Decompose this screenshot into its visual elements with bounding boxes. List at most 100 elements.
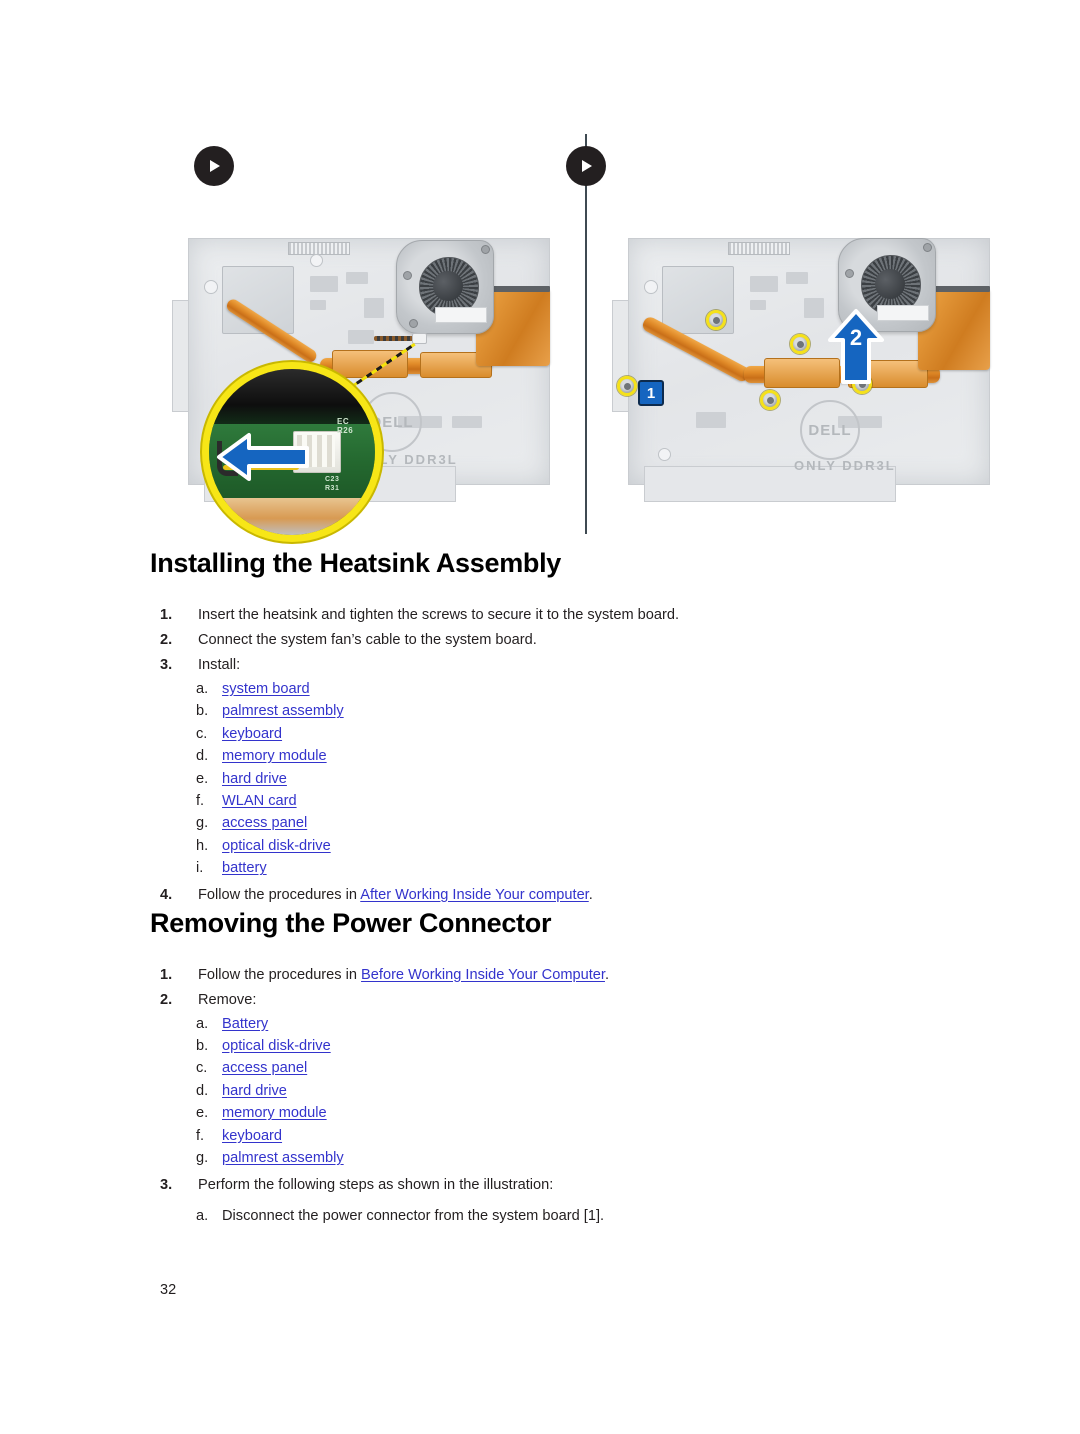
sub-item: a. Battery xyxy=(150,1013,940,1035)
board-hole xyxy=(310,254,323,267)
sub-marker: c. xyxy=(196,1060,208,1077)
sub-text: Disconnect the power connector from the … xyxy=(222,1207,605,1224)
step-text: Perform the following steps as shown in … xyxy=(198,1176,554,1193)
sub-item: h. optical disk-drive xyxy=(150,835,940,857)
sub-item: g. access panel xyxy=(150,812,940,834)
step-item: 2. Connect the system fan’s cable to the… xyxy=(150,628,940,653)
sub-item: b. palmrest assembly xyxy=(150,700,940,722)
sub-marker: d. xyxy=(196,1082,209,1099)
board-chip xyxy=(364,298,384,318)
callout-arrow-2: 2 xyxy=(826,308,886,391)
silkscreen-label: C23 R31 xyxy=(325,476,340,492)
link-battery[interactable]: battery xyxy=(222,860,267,876)
sub-item: g. palmrest assembly xyxy=(150,1147,940,1169)
sub-item: d. hard drive xyxy=(150,1080,940,1102)
step-text: Connect the system fan’s cable to the sy… xyxy=(198,632,537,648)
screw-highlight xyxy=(790,334,810,354)
sub-marker: g. xyxy=(196,815,209,832)
document-page: DELL ONLY DDR3L EC R26 C23 R31 DELL ONLY… xyxy=(0,0,1080,1434)
inset-copper-strip xyxy=(209,498,375,535)
step-text: Install: xyxy=(198,657,241,673)
step-marker: 4. xyxy=(160,886,173,903)
step-marker: 3. xyxy=(160,657,173,673)
step-marker: 1. xyxy=(160,607,173,623)
fan-screw xyxy=(923,243,932,252)
sub-marker: a. xyxy=(196,681,209,697)
sub-marker: e. xyxy=(196,1105,209,1122)
sub-marker: f. xyxy=(196,1127,205,1144)
link-access-panel[interactable]: access panel xyxy=(222,815,307,831)
board-hole xyxy=(644,280,658,294)
board-chip xyxy=(750,276,778,292)
step-marker: 2. xyxy=(160,991,173,1008)
figure-illustration-pair: DELL ONLY DDR3L EC R26 C23 R31 DELL ONLY… xyxy=(150,120,990,542)
link-after-working-inside-your-computer[interactable]: After Working Inside Your computer xyxy=(360,887,589,903)
sub-item: a. Disconnect the power connector from t… xyxy=(150,1205,940,1227)
link-memory-module[interactable]: memory module xyxy=(222,1105,327,1121)
board-chip xyxy=(346,272,368,284)
step-item: 1. Insert the heatsink and tighten the s… xyxy=(150,603,940,628)
dell-logo: DELL xyxy=(800,400,860,460)
fan-cable xyxy=(374,336,414,341)
sub-item: b. optical disk-drive xyxy=(150,1035,940,1057)
document-body: Installing the Heatsink Assembly 1. Inse… xyxy=(150,548,940,1227)
page-number: 32 xyxy=(160,1282,177,1298)
link-battery[interactable]: Battery xyxy=(222,1016,268,1032)
page-title: Removing the Power Connector xyxy=(150,907,552,938)
sub-item: f. WLAN card xyxy=(150,790,940,812)
callout-badge-1: 1 xyxy=(638,380,664,406)
link-optical-disk-drive[interactable]: optical disk-drive xyxy=(222,1038,331,1054)
link-before-working-inside-your-computer[interactable]: Before Working Inside Your Computer xyxy=(361,967,605,983)
link-memory-module[interactable]: memory module xyxy=(222,748,327,764)
step-text-suffix: . xyxy=(588,886,593,903)
sub-item: i. battery xyxy=(150,857,940,879)
board-chip xyxy=(750,300,766,310)
board-connector xyxy=(728,242,790,255)
fan-screw xyxy=(481,245,490,254)
step-text: Remove: xyxy=(198,991,257,1008)
step-text: Insert the heatsink and tighten the scre… xyxy=(198,607,680,623)
link-hard-drive[interactable]: hard drive xyxy=(222,1083,287,1099)
disconnect-arrow-icon xyxy=(215,427,311,492)
board-chip xyxy=(696,412,726,428)
step-item: 3. Perform the following steps as shown … xyxy=(150,1173,940,1198)
sub-marker: a. xyxy=(196,1207,209,1224)
board-hole xyxy=(658,448,671,461)
sub-item: e. hard drive xyxy=(150,768,940,790)
sub-marker: f. xyxy=(196,793,205,810)
sub-marker: i. xyxy=(196,860,204,877)
sub-marker: b. xyxy=(196,703,209,720)
sub-marker: b. xyxy=(196,1038,209,1055)
page-title: Installing the Heatsink Assembly xyxy=(150,548,562,578)
screw-highlight xyxy=(760,390,780,410)
sub-marker: h. xyxy=(196,837,209,854)
link-keyboard[interactable]: keyboard xyxy=(222,726,282,742)
link-hard-drive[interactable]: hard drive xyxy=(222,771,287,787)
link-palmrest-assembly[interactable]: palmrest assembly xyxy=(222,703,344,719)
step-item: 1. Follow the procedures in Before Worki… xyxy=(150,963,940,988)
link-optical-disk-drive[interactable]: optical disk-drive xyxy=(222,838,331,854)
silkscreen-label: EC R26 xyxy=(337,417,354,435)
link-palmrest-assembly[interactable]: palmrest assembly xyxy=(222,1150,344,1166)
link-access-panel[interactable]: access panel xyxy=(222,1060,307,1076)
board-chip xyxy=(804,298,824,318)
step-item: 4. Follow the procedures in After Workin… xyxy=(150,883,940,908)
screw-highlight xyxy=(617,376,637,396)
magnified-inset: EC R26 C23 R31 xyxy=(202,362,382,542)
board-chip xyxy=(452,416,482,428)
link-wlan-card[interactable]: WLAN card xyxy=(222,793,297,809)
fan-hub-cap xyxy=(875,269,905,299)
step-marker: 1. xyxy=(160,966,173,983)
sub-marker: e. xyxy=(196,770,209,787)
sub-item: c. access panel xyxy=(150,1057,940,1079)
sub-marker: c. xyxy=(196,725,208,742)
board-chip xyxy=(310,276,338,292)
screw-highlight xyxy=(706,310,726,330)
heatsink-fan-cable-illustration: DELL ONLY DDR3L EC R26 C23 R31 xyxy=(160,180,560,542)
link-system-board[interactable]: system board xyxy=(222,681,310,697)
figure-divider xyxy=(585,134,587,534)
sub-item: f. keyboard xyxy=(150,1125,940,1147)
board-chip xyxy=(348,330,374,344)
board-hole xyxy=(204,280,218,294)
link-keyboard[interactable]: keyboard xyxy=(222,1128,282,1144)
